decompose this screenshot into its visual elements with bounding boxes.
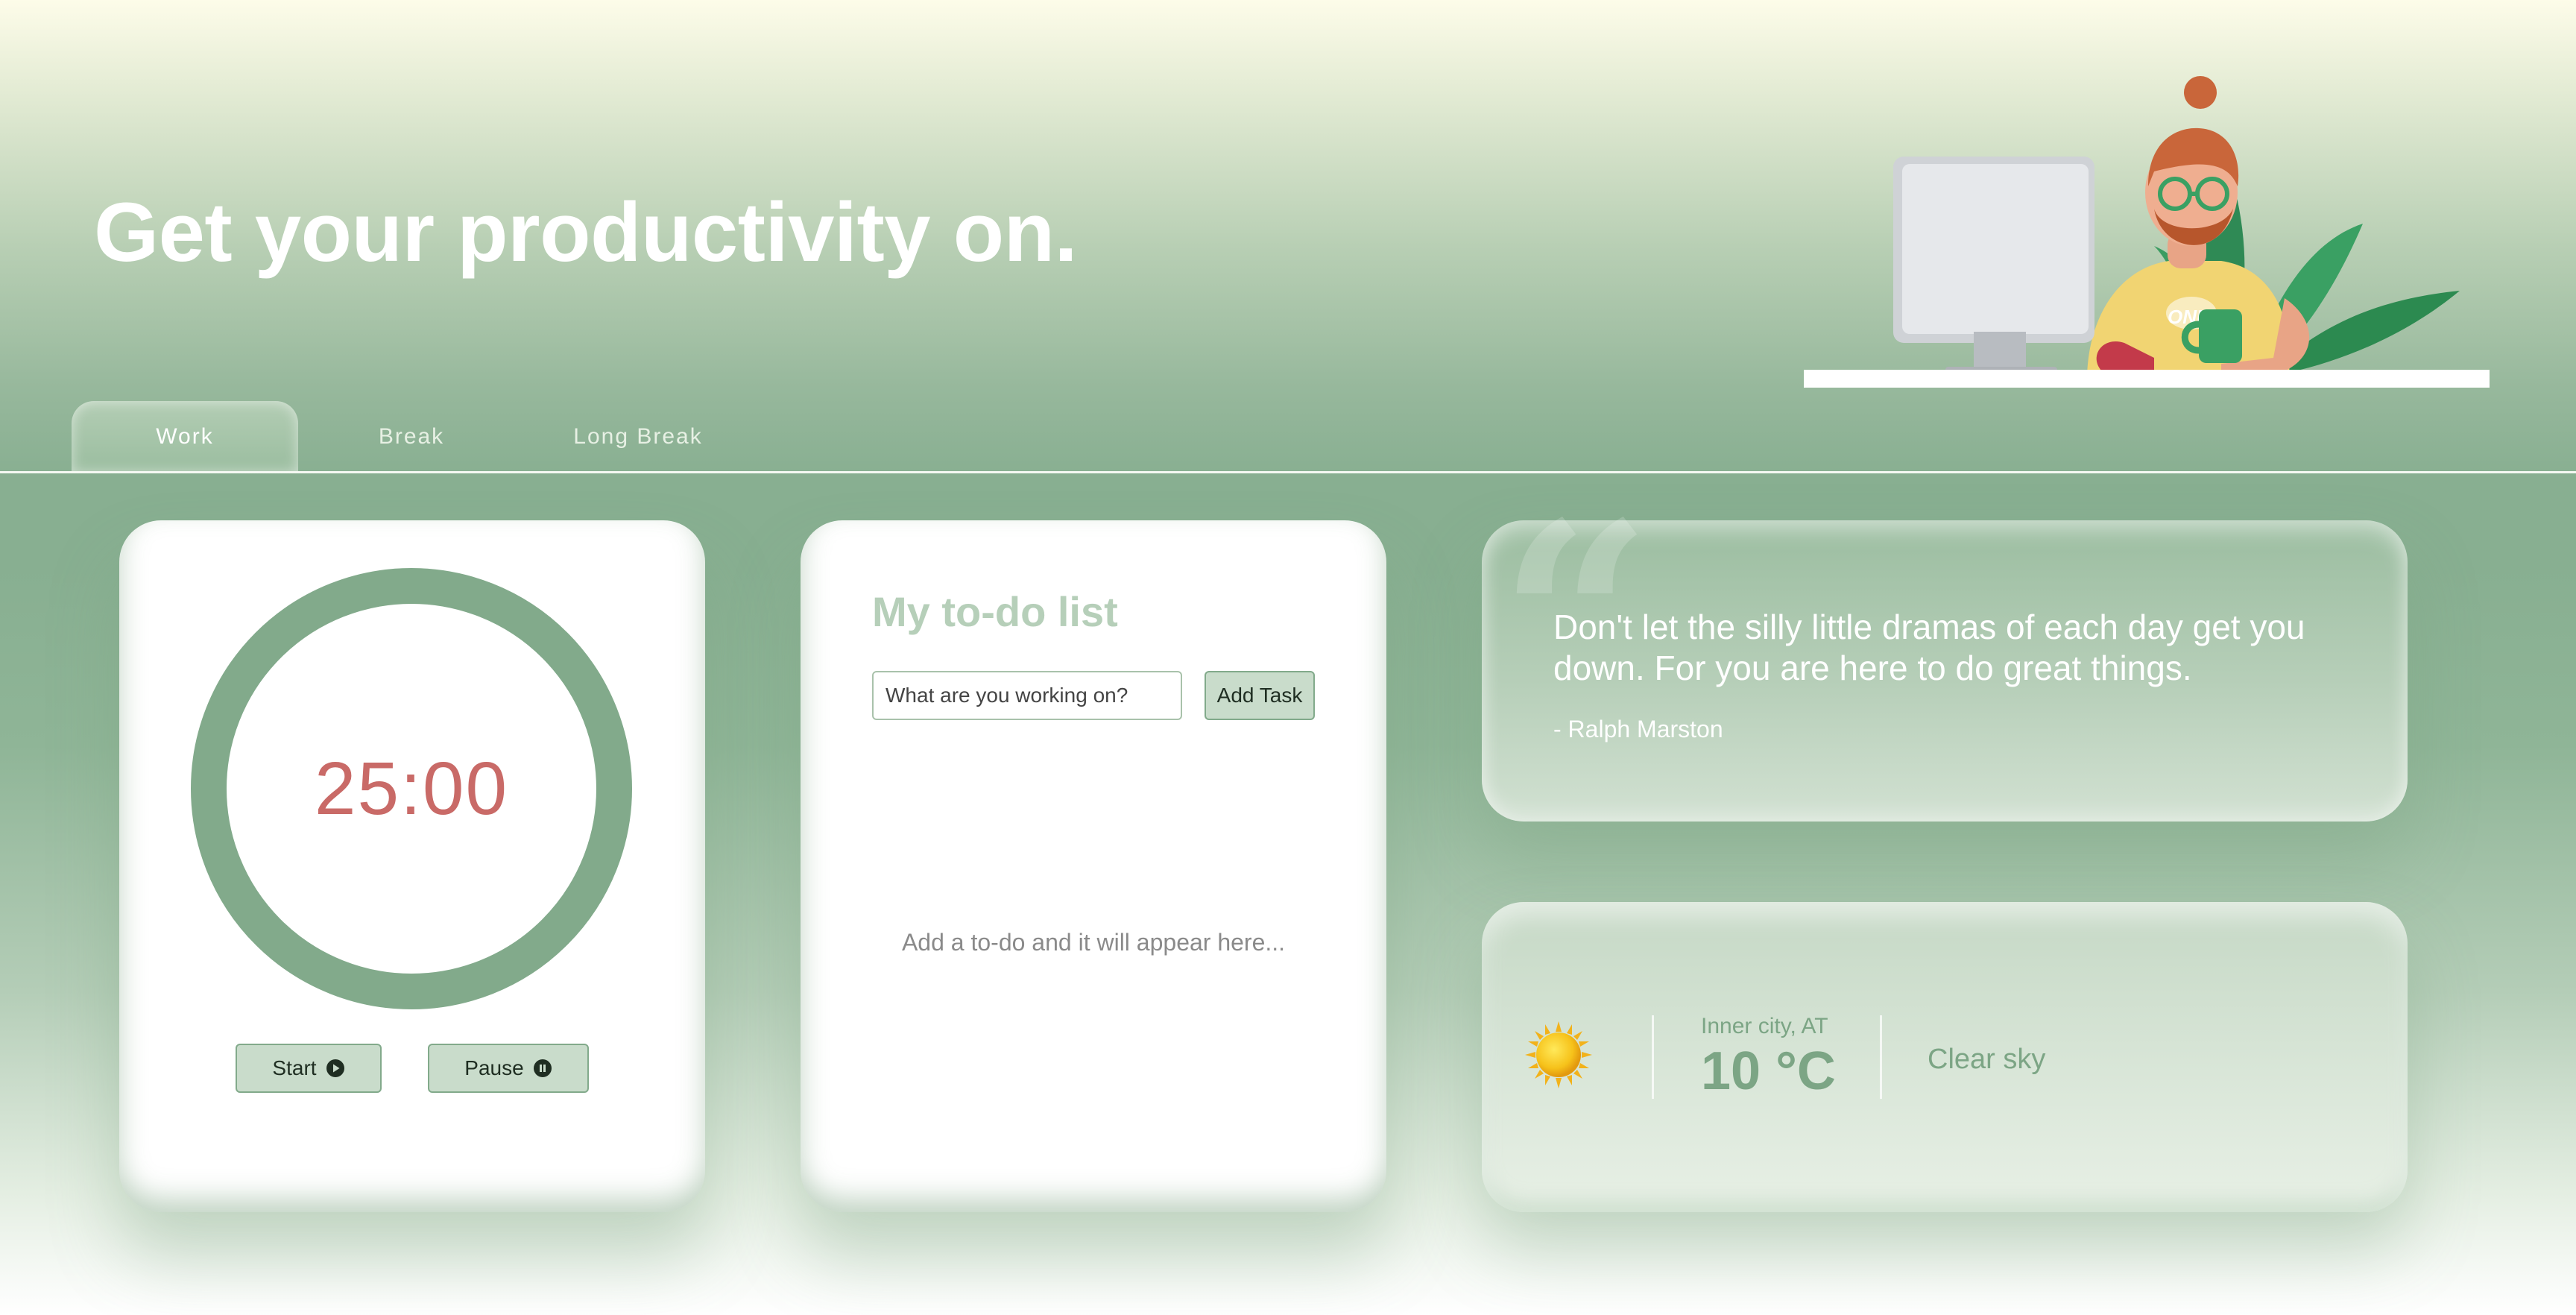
weather-location: Inner city, AT [1701, 1014, 1828, 1038]
weather-card: Inner city, AT 10 °C Clear sky [1482, 902, 2408, 1212]
start-button[interactable]: Start [236, 1044, 382, 1093]
monitor [1893, 157, 2094, 374]
timer-ring: 25:00 [191, 568, 632, 1009]
tab-break[interactable]: Break [298, 401, 525, 473]
mode-tabs: Work Break Long Break [72, 401, 751, 473]
sun-icon [1525, 1021, 1592, 1088]
quote-card: “ Don't let the silly little dramas of e… [1482, 488, 2408, 822]
weather-divider [1880, 1015, 1882, 1099]
weather-condition: Clear sky [1928, 1044, 2046, 1075]
quote-text: Don't let the silly little dramas of eac… [1553, 608, 2305, 688]
todo-title: My to-do list [872, 588, 1118, 635]
person: ONUT [2087, 76, 2310, 380]
todo-empty-message: Add a to-do and it will appear here... [901, 929, 1286, 956]
pause-button[interactable]: Pause [428, 1044, 589, 1093]
play-circle-icon [326, 1059, 344, 1077]
timer-display: 25:00 [314, 746, 509, 830]
add-task-button[interactable]: Add Task [1205, 671, 1315, 720]
desk-surface [1804, 370, 2490, 388]
developer-at-desk-illustration: ONUT [1804, 76, 2490, 388]
timer-card: 25:00 Start Pause [119, 520, 705, 1212]
todo-input[interactable] [872, 671, 1182, 720]
tab-long-break[interactable]: Long Break [525, 401, 751, 473]
start-button-label: Start [272, 1056, 317, 1079]
page-headline: Get your productivity on. [94, 186, 1078, 279]
quote-author: - Ralph Marston [1553, 716, 1723, 742]
tabs-divider [0, 471, 2576, 473]
weather-divider [1652, 1015, 1654, 1099]
weather-temperature: 10 °C [1701, 1041, 1836, 1101]
pause-button-label: Pause [464, 1056, 524, 1079]
todo-card: My to-do list Add Task Add a to-do and i… [801, 520, 1386, 1212]
pause-circle-icon [533, 1059, 552, 1077]
tab-work[interactable]: Work [72, 401, 298, 473]
